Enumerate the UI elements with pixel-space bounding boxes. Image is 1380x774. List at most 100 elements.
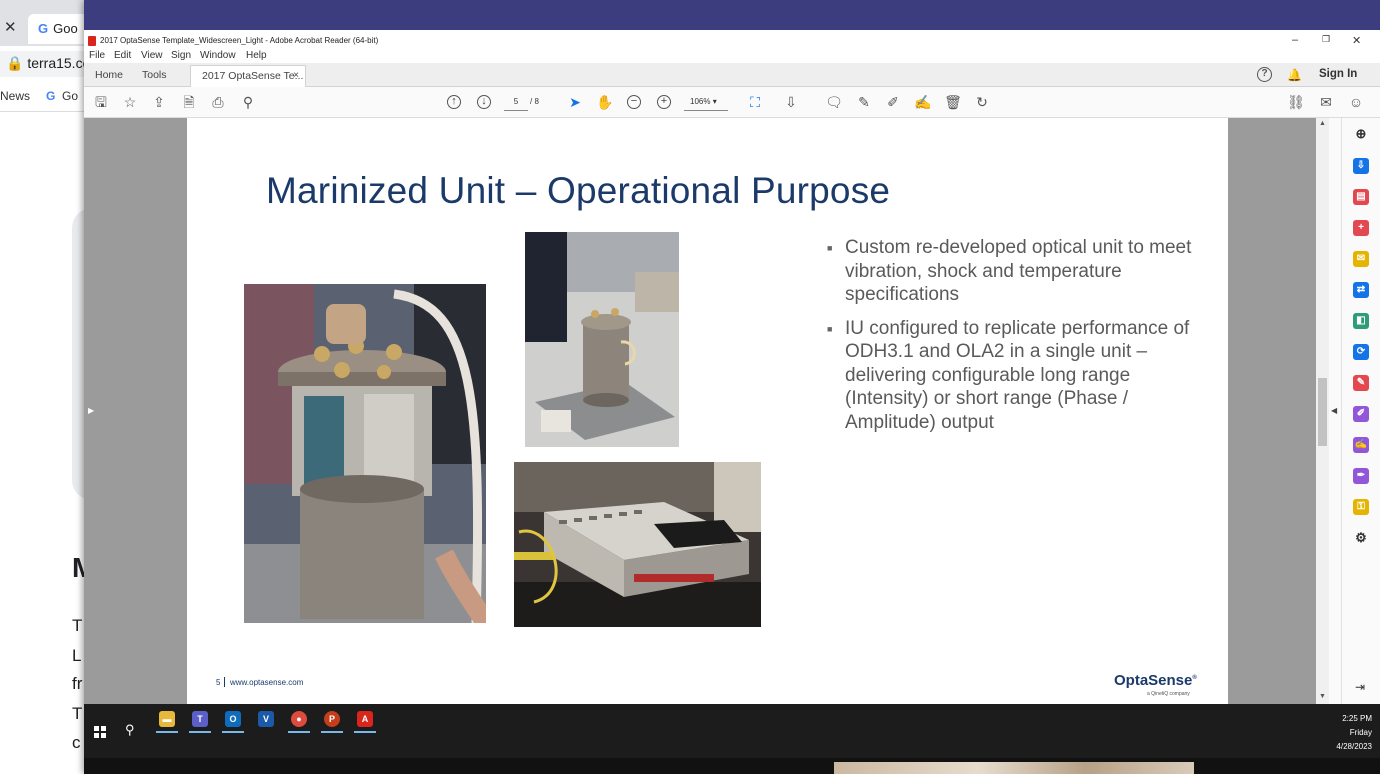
file-explorer-icon[interactable]: ▬ <box>159 711 175 727</box>
teams-icon[interactable]: T <box>192 711 208 727</box>
edit-pdf-icon[interactable]: ✐ <box>1353 406 1369 422</box>
zoom-in-icon[interactable]: + <box>657 95 671 109</box>
system-clock[interactable]: 2:25 PM Friday 4/28/2023 <box>1336 712 1372 754</box>
protect-icon[interactable]: ⚿ <box>1353 499 1369 515</box>
next-page-icon[interactable]: ↓ <box>477 95 491 109</box>
browser-tab-label: Goo <box>53 21 78 36</box>
delete-icon[interactable]: 🗑 <box>944 93 962 111</box>
acrobat-taskbar-icon[interactable]: A <box>357 711 373 727</box>
bell-icon[interactable]: 🔔 <box>1287 68 1302 82</box>
star-icon[interactable]: ☆ <box>121 93 139 111</box>
scroll-mode-icon[interactable]: ⇩ <box>782 93 800 111</box>
scroll-thumb[interactable] <box>1318 378 1327 446</box>
document-area[interactable]: ▶ Marinized Unit – Operational Purpose ■… <box>84 118 1329 704</box>
close-button[interactable]: ✕ <box>1352 34 1361 47</box>
menu-file[interactable]: File <box>89 50 105 61</box>
save-icon[interactable]: 🖫 <box>92 93 110 111</box>
sign-in-button[interactable]: Sign In <box>1319 68 1357 80</box>
menu-view[interactable]: View <box>141 50 163 61</box>
export-pdf-icon[interactable]: ⇩ <box>1353 158 1369 174</box>
close-tab-icon[interactable]: × <box>293 70 299 81</box>
fill-sign-icon[interactable]: ✍ <box>914 93 932 111</box>
windows-taskbar: ⚲ ▬ T O V ● P A 2:25 PM Friday 4/28/2023 <box>84 704 1380 758</box>
outlook-icon[interactable]: O <box>225 711 241 727</box>
close-tab-icon[interactable]: ✕ <box>4 18 17 36</box>
rotate-icon[interactable]: ↻ <box>973 93 991 111</box>
tab-document-label: 2017 OptaSense Te... <box>202 70 304 82</box>
vc-app-icon[interactable]: V <box>258 711 274 727</box>
tab-home[interactable]: Home <box>95 69 123 81</box>
fill-sign-tool-icon[interactable]: ✎ <box>1353 375 1369 391</box>
compare-icon[interactable]: ◧ <box>1353 313 1369 329</box>
menu-edit[interactable]: Edit <box>114 50 131 61</box>
print-icon[interactable]: ⎙ <box>209 93 227 111</box>
scan-icon[interactable]: ⟳ <box>1353 344 1369 360</box>
title-bar: 2017 OptaSense Template_Widescreen_Light… <box>84 33 1380 49</box>
document-lock-icon[interactable]: 🗎 <box>180 93 198 111</box>
comment-icon[interactable]: 🗨 <box>825 93 843 111</box>
menu-window[interactable]: Window <box>200 50 236 61</box>
select-cursor-icon[interactable]: ➤ <box>566 93 584 111</box>
search-icon[interactable]: ⚲ <box>239 93 257 111</box>
powerpoint-icon[interactable]: P <box>324 711 340 727</box>
scroll-down-icon[interactable]: ▼ <box>1319 693 1326 700</box>
footer-page-number: 5 <box>216 678 221 687</box>
footer-divider <box>224 677 225 687</box>
menu-sign[interactable]: Sign <box>171 50 191 61</box>
toolbar: 🖫 ☆ ⇪ 🗎 ⎙ ⚲ ↑ ↓ 5 / 8 ➤ ✋ − + 106% ▾ ⛶ ⇩… <box>84 87 1380 118</box>
pdf-page: Marinized Unit – Operational Purpose ■ C… <box>187 118 1228 704</box>
right-panel-toggle[interactable]: ◀ <box>1329 118 1341 704</box>
tab-document[interactable]: 2017 OptaSense Te... × <box>190 65 306 87</box>
zoom-select[interactable]: 106% ▾ <box>684 94 728 111</box>
web-text-line: fr <box>72 674 83 693</box>
zoom-value: 106% <box>690 97 711 106</box>
bullet-item: IU configured to replicate performance o… <box>827 317 1207 435</box>
menu-help[interactable]: Help <box>246 50 267 61</box>
bullet-item: Custom re-developed optical unit to meet… <box>827 236 1207 307</box>
address-text: terra15.co <box>27 55 91 71</box>
request-signature-icon[interactable]: ✍ <box>1353 437 1369 453</box>
web-text-line: L <box>72 646 82 665</box>
help-icon[interactable]: ? <box>1257 67 1272 82</box>
bookmark-news[interactable]: News <box>0 89 30 103</box>
scroll-up-icon[interactable]: ▲ <box>1319 120 1326 127</box>
running-indicator <box>321 731 343 733</box>
zoom-tool-icon[interactable]: ⊕ <box>1353 126 1369 142</box>
menu-bar: File Edit View Sign Window Help <box>84 49 1380 63</box>
organize-pages-icon[interactable]: ▤ <box>1353 189 1369 205</box>
highlight-icon[interactable]: ✎ <box>855 93 873 111</box>
logo-mark: ® <box>1192 675 1197 681</box>
hand-icon[interactable]: ✋ <box>596 93 614 111</box>
running-indicator <box>156 731 178 733</box>
footer-url: www.optasense.com <box>230 678 304 687</box>
pane-collapse-icon[interactable]: ⇥ <box>1355 680 1365 694</box>
browser-tab[interactable]: G Goo <box>28 14 88 44</box>
search-icon[interactable]: ⚲ <box>125 722 135 738</box>
more-tools-icon[interactable]: ⚙ <box>1353 530 1369 546</box>
create-pdf-icon[interactable]: + <box>1353 220 1369 236</box>
fit-page-icon[interactable]: ⛶ <box>746 93 764 111</box>
clock-date: 4/28/2023 <box>1336 742 1372 751</box>
chrome-icon[interactable]: ● <box>291 711 307 727</box>
page-number-input[interactable]: 5 <box>504 94 528 111</box>
send-sign-icon[interactable]: ✒ <box>1353 468 1369 484</box>
comment-tool-icon[interactable]: ✉ <box>1353 251 1369 267</box>
running-indicator <box>288 731 310 733</box>
windows-start-icon[interactable] <box>94 726 106 738</box>
bookmark-google[interactable]: Go <box>62 89 78 103</box>
share-user-icon[interactable]: ☺ <box>1347 93 1365 111</box>
combine-files-icon[interactable]: ⇄ <box>1353 282 1369 298</box>
vertical-scrollbar[interactable]: ▲ ▼ <box>1316 118 1329 704</box>
left-panel-toggle[interactable]: ▶ <box>84 118 98 704</box>
email-icon[interactable]: ✉ <box>1317 93 1335 111</box>
draw-icon[interactable]: ✐ <box>884 93 902 111</box>
zoom-out-icon[interactable]: − <box>627 95 641 109</box>
photo-opened-unit <box>244 284 486 623</box>
tab-tools[interactable]: Tools <box>142 69 167 81</box>
previous-page-icon[interactable]: ↑ <box>447 95 461 109</box>
upload-icon[interactable]: ⇪ <box>150 93 168 111</box>
link-icon[interactable]: ⛓ <box>1287 93 1305 111</box>
minimize-button[interactable]: – <box>1292 34 1298 46</box>
tools-pane: ⊕ ⇩ ▤ + ✉ ⇄ ◧ ⟳ ✎ ✐ ✍ ✒ ⚿ ⚙ ⇥ <box>1341 118 1380 704</box>
restore-button[interactable]: ❐ <box>1322 34 1330 45</box>
